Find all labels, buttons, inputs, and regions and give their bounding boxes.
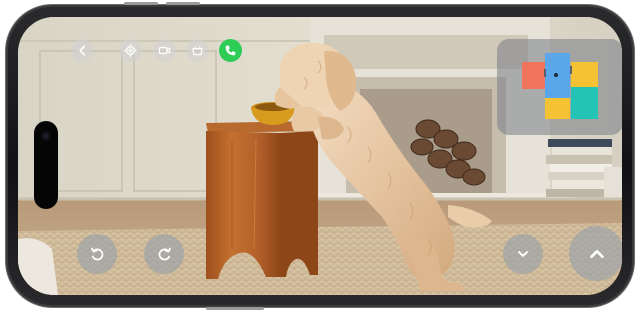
move-up-button[interactable] [569, 226, 622, 281]
settings-button[interactable] [119, 39, 142, 62]
rotate-left-button[interactable] [77, 234, 117, 274]
camera-feed-screen [18, 17, 622, 295]
bowl-icon [192, 46, 203, 56]
phone-icon [225, 45, 236, 56]
rotate-left-icon [90, 247, 103, 260]
rotate-right-icon [158, 247, 171, 260]
chevron-up-icon [589, 249, 604, 258]
room-yellow-bottom[interactable] [545, 98, 570, 119]
room-orange[interactable] [522, 62, 545, 89]
phone-frame [6, 2, 634, 310]
volume-button [124, 2, 158, 5]
call-button[interactable] [219, 39, 242, 62]
door-marker [544, 69, 546, 77]
side-button [206, 307, 264, 310]
back-button[interactable] [71, 39, 94, 62]
door-marker [570, 66, 572, 74]
front-camera-lens [41, 131, 51, 141]
volume-button [166, 2, 200, 5]
gear-icon [124, 44, 137, 57]
room-yellow-top[interactable] [571, 62, 598, 87]
chevron-down-icon [518, 251, 528, 257]
move-down-button[interactable] [503, 234, 543, 274]
chevron-left-icon [79, 45, 86, 56]
rotate-right-button[interactable] [144, 234, 184, 274]
treat-button[interactable] [186, 39, 209, 62]
room-teal[interactable] [571, 87, 598, 119]
dynamic-island [34, 121, 58, 209]
video-camera-icon [158, 46, 171, 55]
room-minimap[interactable] [497, 39, 622, 135]
current-location-marker [554, 73, 558, 77]
video-record-button[interactable] [153, 39, 176, 62]
